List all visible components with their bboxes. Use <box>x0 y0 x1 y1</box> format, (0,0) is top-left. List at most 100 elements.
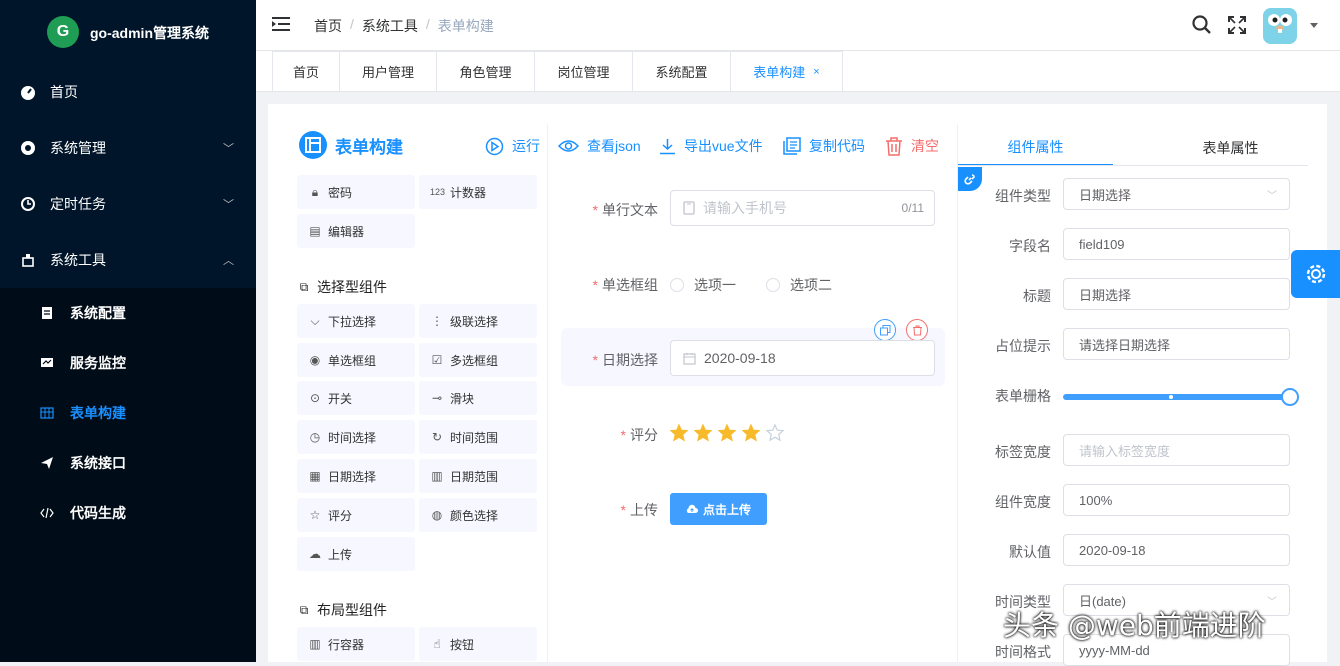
star-filled-icon[interactable] <box>718 424 736 442</box>
search-icon[interactable] <box>1192 14 1212 36</box>
sidebar-item-tools[interactable]: 系统工具 ︿ <box>0 232 256 288</box>
tab-form-builder[interactable]: 表单构建 × <box>730 51 843 91</box>
prop-time-format-label: 时间格式 <box>995 644 1051 660</box>
tab-roles[interactable]: 角色管理 <box>436 51 535 91</box>
placeholder-input[interactable]: 请选择日期选择 <box>1063 328 1290 360</box>
tab-posts[interactable]: 岗位管理 <box>534 51 633 91</box>
component-date[interactable]: ▦ 日期选择 <box>297 459 415 493</box>
component-slider[interactable]: ⊸ 滑块 <box>419 381 537 415</box>
date-field-label: * 日期选择 <box>570 350 658 370</box>
tab-label: 首页 <box>292 65 319 80</box>
component-editor[interactable]: ▤ 编辑器 <box>297 214 415 248</box>
breadcrumb-tools[interactable]: 系统工具 <box>362 16 418 36</box>
component-rate[interactable]: ☆ 评分 <box>297 498 415 532</box>
component-cascader[interactable]: ⋮ 级联选择 <box>419 304 537 338</box>
caret-down-icon[interactable] <box>1310 23 1318 29</box>
component-upload[interactable]: ☁︎ 上传 <box>297 537 415 571</box>
sidebar-item-api[interactable]: 系统接口 <box>0 438 256 488</box>
component-row[interactable]: ▥ 行容器 <box>297 627 415 661</box>
copy-code-button[interactable]: 复制代码 <box>783 136 865 156</box>
sidebar-item-codegen[interactable]: 代码生成 <box>0 488 256 538</box>
tab-label: 系统配置 <box>655 65 708 80</box>
grid-slider-handle[interactable] <box>1281 388 1299 406</box>
sidebar: G go-admin管理系统 首页 系统管理 ﹀ 定时任务 ﹀ 系统工具 ︿ 系… <box>0 0 256 662</box>
star-filled-icon[interactable] <box>742 424 760 442</box>
prop-width-label: 组件宽度 <box>995 494 1051 510</box>
date-picker-input[interactable]: 2020-09-18 <box>670 340 935 376</box>
required-mark: * <box>592 277 598 293</box>
sidebar-item-system[interactable]: 系统管理 ﹀ <box>0 120 256 176</box>
sidebar-item-monitor[interactable]: 服务监控 <box>0 338 256 388</box>
tab-home[interactable]: 首页 <box>272 51 340 91</box>
run-button[interactable]: 运行 <box>485 136 540 156</box>
star-filled-icon[interactable] <box>670 424 688 442</box>
component-label: 级联选择 <box>450 314 499 329</box>
chevron-down-icon: ﹀ <box>1267 597 1277 608</box>
sidebar-item-config[interactable]: 系统配置 <box>0 288 256 338</box>
component-switch[interactable]: ⊙ 开关 <box>297 381 415 415</box>
settings-float-button[interactable] <box>1291 250 1340 298</box>
delete-item-button[interactable] <box>906 319 928 341</box>
tool-icon <box>20 252 36 268</box>
default-value-input[interactable]: 2020-09-18 <box>1063 534 1290 566</box>
divider <box>957 124 958 662</box>
component-time[interactable]: ◷ 时间选择 <box>297 420 415 454</box>
grid-slider-track[interactable] <box>1063 394 1290 400</box>
label-text: 评分 <box>630 427 658 443</box>
prop-field-label: 字段名 <box>1009 238 1051 254</box>
tab-users[interactable]: 用户管理 <box>339 51 437 91</box>
sidebar-item-label: 定时任务 <box>50 196 106 212</box>
form-builder-logo-icon <box>299 131 327 159</box>
tab-config[interactable]: 系统配置 <box>632 51 731 91</box>
label-width-input[interactable]: 请输入标签宽度 <box>1063 434 1290 466</box>
sidebar-item-home[interactable]: 首页 <box>0 64 256 120</box>
title-input[interactable]: 日期选择 <box>1063 278 1290 310</box>
star-empty-icon[interactable] <box>766 424 784 442</box>
sidebar-item-form-builder[interactable]: 表单构建 <box>0 388 256 438</box>
field-name-input[interactable]: field109 <box>1063 228 1290 260</box>
close-icon[interactable]: × <box>813 66 819 78</box>
switch-icon: ⊙ <box>309 391 321 405</box>
fullscreen-icon[interactable] <box>1227 14 1247 36</box>
sidebar-item-label: 首页 <box>50 84 78 100</box>
app-logo[interactable]: G go-admin管理系统 <box>0 0 256 64</box>
export-vue-button[interactable]: 导出vue文件 <box>659 136 763 156</box>
prop-default-label: 默认值 <box>1009 544 1051 560</box>
prop-value: 100% <box>1079 492 1113 508</box>
group-title-label: 选择型组件 <box>317 279 387 295</box>
input-placeholder: 请输入标签宽度 <box>1079 443 1171 459</box>
radio-option-1[interactable]: 选项一 <box>670 275 736 295</box>
component-date-range[interactable]: ▥ 日期范围 <box>419 459 537 493</box>
download-icon <box>660 138 675 154</box>
clear-button[interactable]: 清空 <box>885 136 939 156</box>
component-password[interactable]: 🔒︎ 密码 <box>297 175 415 209</box>
menu-fold-icon[interactable] <box>272 16 290 32</box>
copy-item-button[interactable] <box>874 319 896 341</box>
component-type-select[interactable]: 日期选择 ﹀ <box>1063 178 1290 210</box>
view-json-button[interactable]: 查看json <box>558 136 641 156</box>
component-label: 下拉选择 <box>328 314 377 329</box>
tab-form-props[interactable]: 表单属性 <box>1153 130 1308 166</box>
trash-icon <box>886 136 902 156</box>
breadcrumb-home[interactable]: 首页 <box>314 16 342 36</box>
component-radio[interactable]: ◉ 单选框组 <box>297 343 415 377</box>
phone-input[interactable]: 请输入手机号 0/11 <box>670 190 935 226</box>
mobile-icon <box>683 201 695 215</box>
component-time-range[interactable]: ↻ 时间范围 <box>419 420 537 454</box>
component-checkbox[interactable]: ☑ 多选框组 <box>419 343 537 377</box>
component-select[interactable]: ⌵ 下拉选择 <box>297 304 415 338</box>
component-button[interactable]: ☝︎ 按钮 <box>419 627 537 661</box>
component-counter[interactable]: 123 计数器 <box>419 175 537 209</box>
avatar[interactable] <box>1263 8 1297 44</box>
tab-component-props[interactable]: 组件属性 <box>958 130 1113 166</box>
radio-option-2[interactable]: 选项二 <box>766 275 832 295</box>
upload-button[interactable]: 点击上传 <box>670 493 767 525</box>
tab-label: 表单构建 <box>753 65 806 80</box>
component-width-input[interactable]: 100% <box>1063 484 1290 516</box>
component-color[interactable]: ◍ 颜色选择 <box>419 498 537 532</box>
component-label: 计数器 <box>450 185 487 200</box>
calendar-icon <box>683 352 696 365</box>
play-icon <box>485 137 504 155</box>
sidebar-item-cron[interactable]: 定时任务 ﹀ <box>0 176 256 232</box>
star-filled-icon[interactable] <box>694 424 712 442</box>
